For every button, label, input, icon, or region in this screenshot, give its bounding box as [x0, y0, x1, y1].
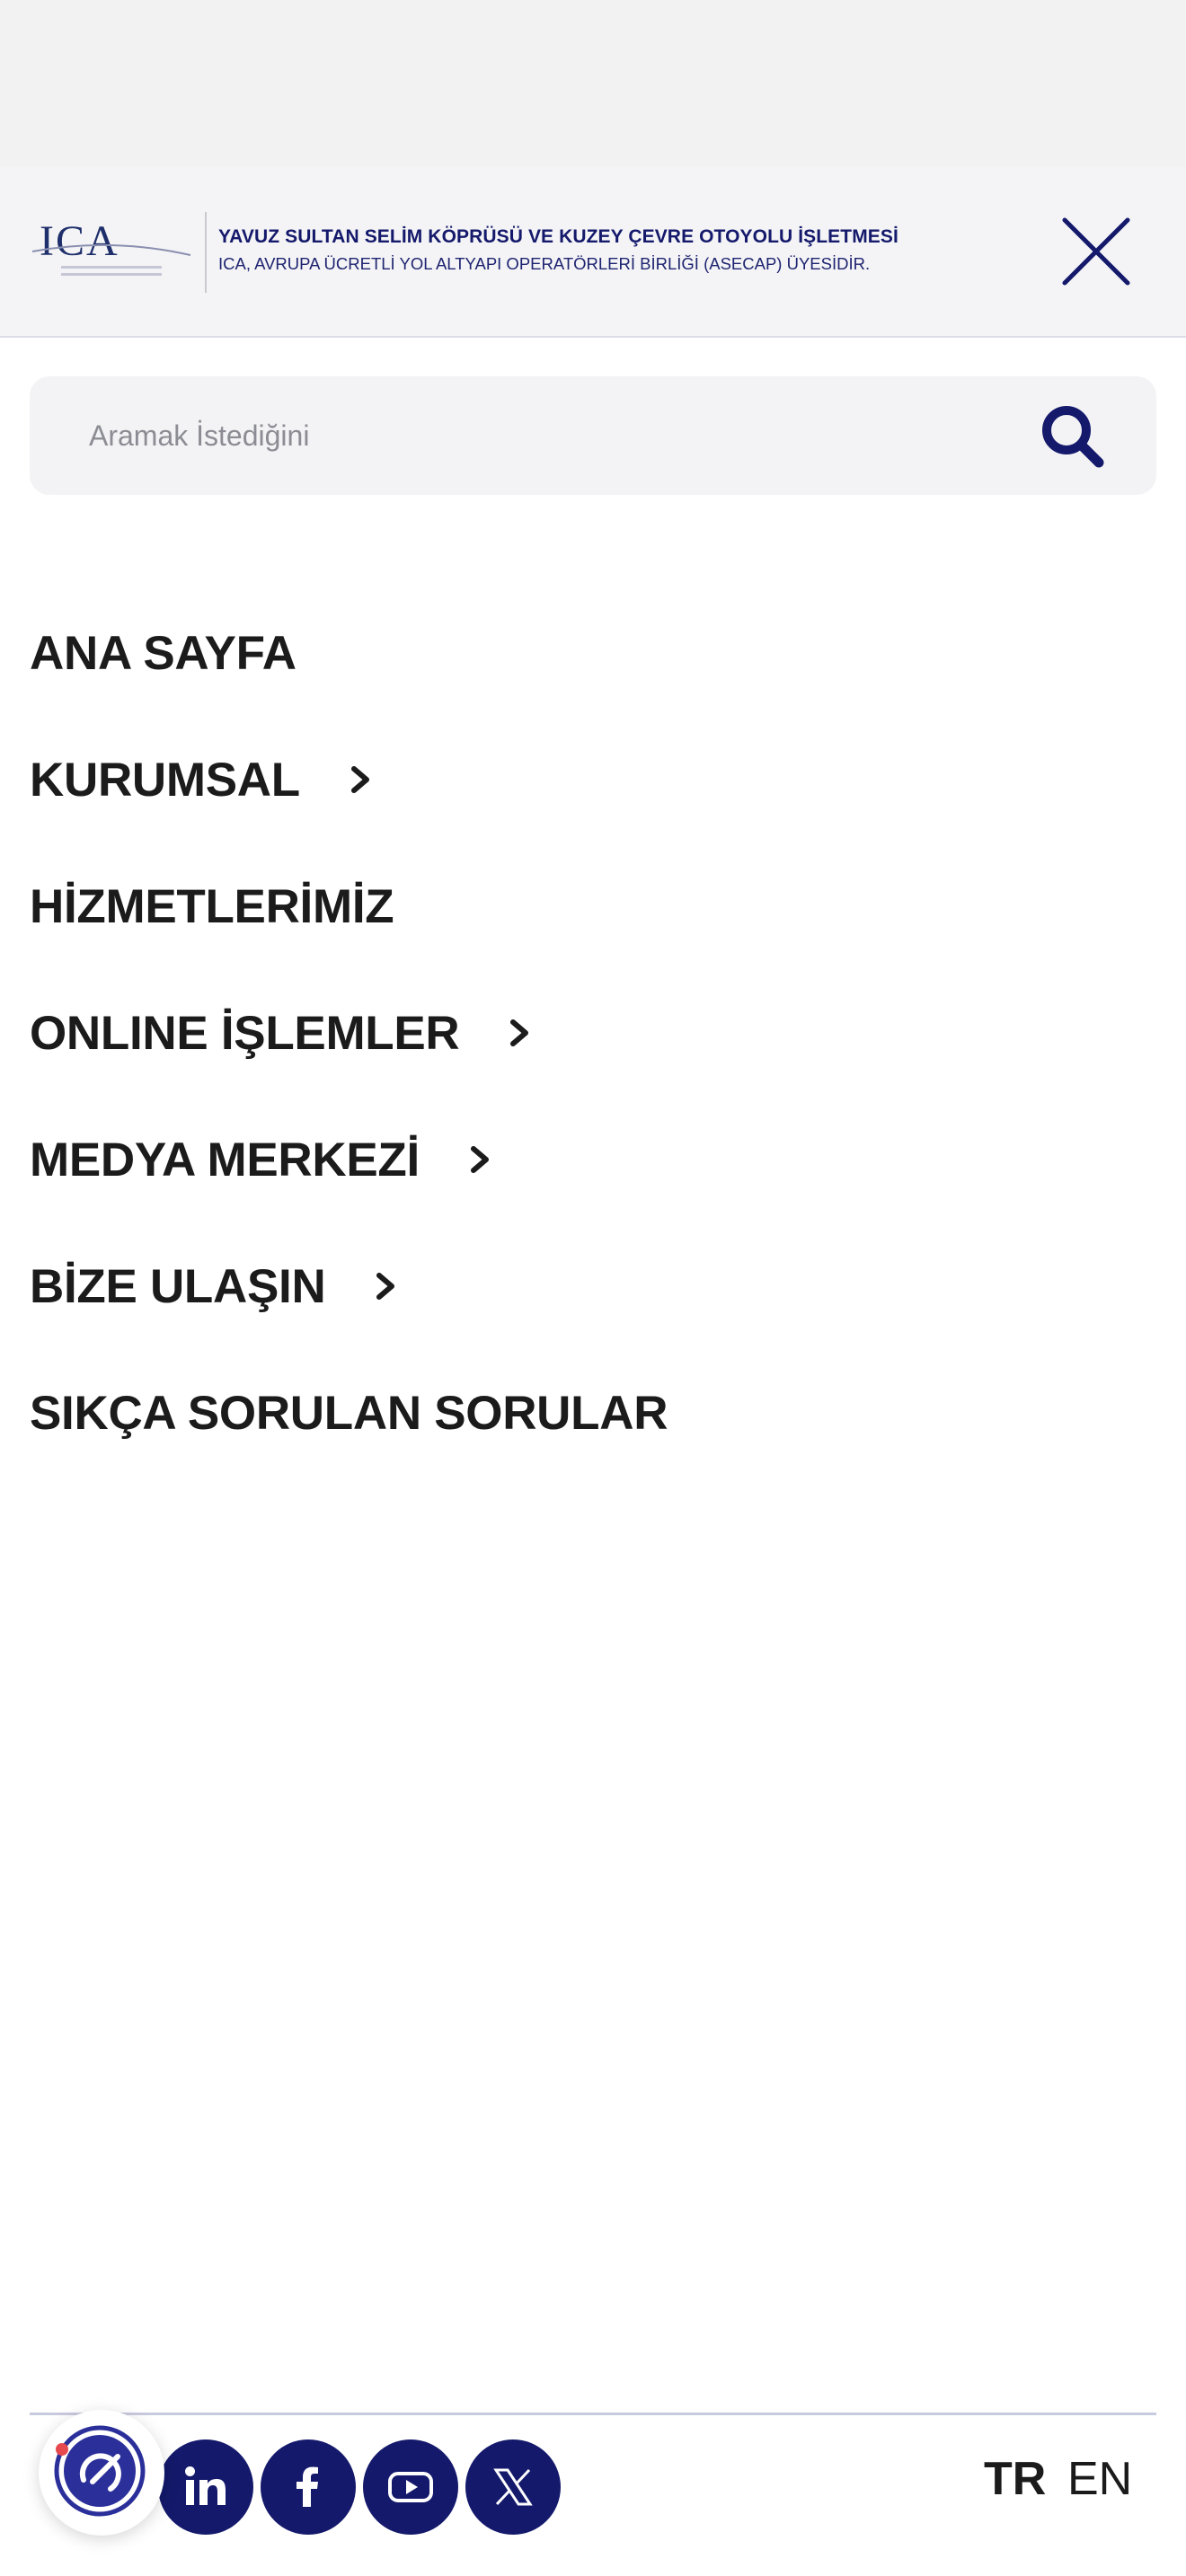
- menu-item-medya-merkezi[interactable]: MEDYA MERKEZİ: [30, 1115, 497, 1204]
- menu-item-label: MEDYA MERKEZİ: [30, 1133, 420, 1187]
- menu-item-label: ANA SAYFA: [30, 626, 296, 680]
- menu-item-label: BİZE ULAŞIN: [30, 1259, 326, 1313]
- menu-item-hizmetlerimiz[interactable]: HİZMETLERİMİZ: [30, 861, 394, 951]
- x-button[interactable]: [465, 2439, 561, 2535]
- chevron-right-icon: [510, 1019, 529, 1046]
- menu-item-label: SIKÇA SORULAN SORULAR: [30, 1386, 668, 1440]
- menu-item-label: HİZMETLERİMİZ: [30, 879, 394, 933]
- x-icon: [493, 2468, 533, 2506]
- chevron-right-icon: [376, 1273, 395, 1300]
- search-box: [30, 376, 1156, 495]
- search-icon: [1042, 406, 1104, 468]
- close-menu-button[interactable]: [1057, 212, 1136, 291]
- menu-item-label: ONLINE İŞLEMLER: [30, 1006, 460, 1060]
- close-icon: [1062, 217, 1130, 286]
- facebook-icon: [296, 2466, 318, 2507]
- header-title: YAVUZ SULTAN SELİM KÖPRÜSÜ VE KUZEY ÇEVR…: [218, 226, 898, 247]
- notification-dot: [56, 2443, 68, 2456]
- status-bar-area: [0, 0, 1186, 167]
- menu-item-sss[interactable]: SIKÇA SORULAN SORULAR: [30, 1368, 668, 1458]
- facebook-button[interactable]: [261, 2439, 356, 2535]
- search-button[interactable]: [1036, 400, 1110, 473]
- linkedin-button[interactable]: [158, 2439, 253, 2535]
- menu-item-kurumsal[interactable]: KURUMSAL: [30, 735, 377, 825]
- menu-item-bize-ulasin[interactable]: BİZE ULAŞIN: [30, 1241, 403, 1331]
- youtube-button[interactable]: [363, 2439, 458, 2535]
- chevron-right-icon: [350, 766, 369, 793]
- language-tr[interactable]: TR: [984, 2452, 1046, 2506]
- chevron-right-icon: [470, 1146, 489, 1173]
- linkedin-icon: [185, 2466, 226, 2505]
- menu-item-label: KURUMSAL: [30, 753, 300, 807]
- header-subtitle: ICA, AVRUPA ÜCRETLİ YOL ALTYAPI OPERATÖR…: [218, 254, 871, 273]
- youtube-icon: [388, 2472, 433, 2502]
- accessibility-widget-button[interactable]: [39, 2410, 164, 2536]
- search-input[interactable]: [89, 403, 987, 468]
- accessibility-icon: [54, 2425, 146, 2517]
- ica-logo[interactable]: ICA: [31, 216, 192, 287]
- logo-divider: [205, 212, 207, 293]
- logo-text: ICA: [40, 217, 119, 265]
- language-en[interactable]: EN: [1067, 2452, 1132, 2506]
- menu-item-ana-sayfa[interactable]: ANA SAYFA: [30, 608, 296, 698]
- menu-item-online-islemler[interactable]: ONLINE İŞLEMLER: [30, 988, 536, 1078]
- footer-divider: [30, 2413, 1156, 2415]
